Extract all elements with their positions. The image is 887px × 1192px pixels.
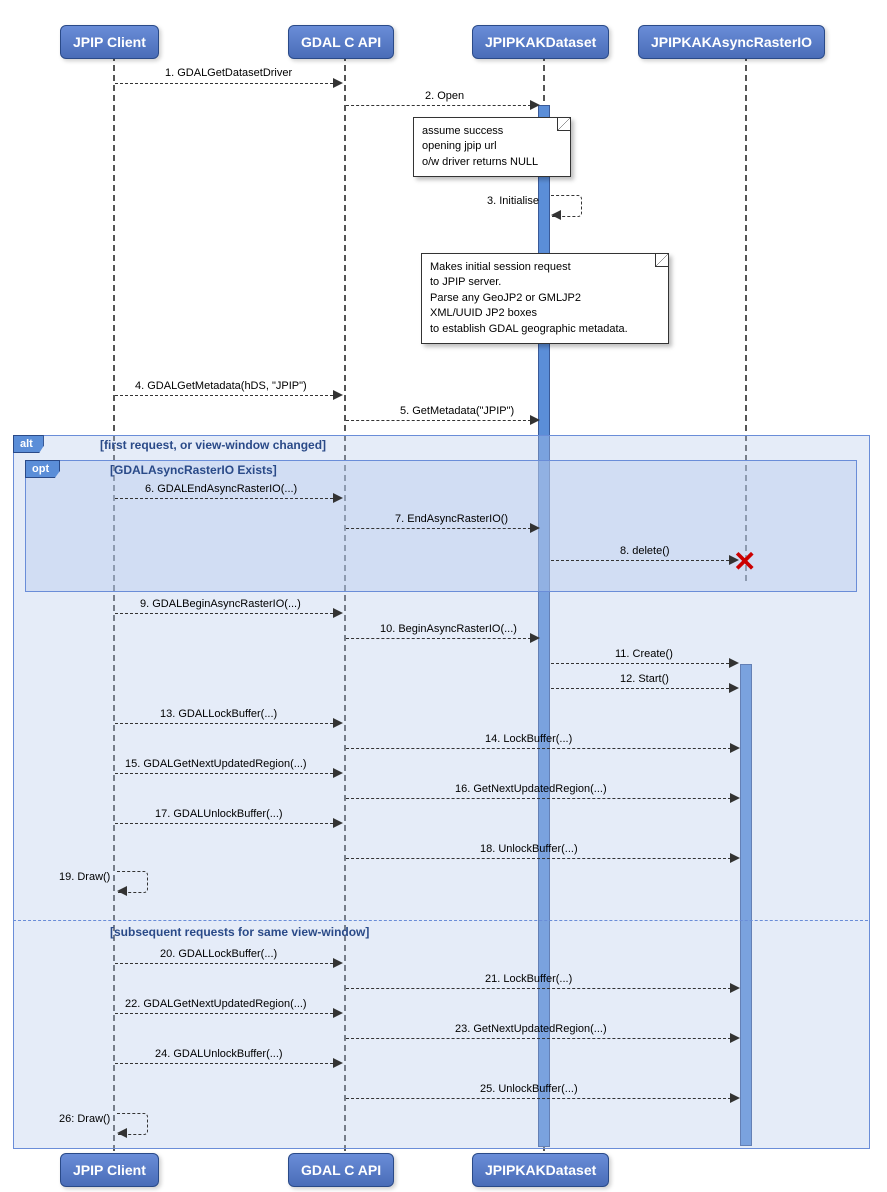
note-line: Makes initial session request — [430, 260, 660, 275]
msg-12-head — [729, 683, 739, 693]
msg-12-label: 12. Start() — [620, 673, 669, 685]
msg-25-head — [730, 1093, 740, 1103]
msg-1-head — [333, 78, 343, 88]
msg-7-arrow — [346, 528, 531, 529]
msg-18-arrow — [346, 858, 731, 859]
msg-5-label: 5. GetMetadata("JPIP") — [400, 405, 514, 417]
msg-4-label: 4. GDALGetMetadata(hDS, "JPIP") — [135, 380, 307, 392]
msg-24-head — [333, 1058, 343, 1068]
frame-opt-guard: [GDALAsyncRasterIO Exists] — [110, 463, 277, 477]
actor-api-bottom: GDAL C API — [288, 1153, 394, 1187]
msg-11-head — [729, 658, 739, 668]
msg-13-head — [333, 718, 343, 728]
frame-opt-label: opt — [25, 460, 60, 478]
msg-19-label: 19. Draw() — [59, 871, 110, 883]
msg-26-head — [117, 1128, 127, 1138]
msg-9-arrow — [115, 613, 333, 614]
msg-22-head — [333, 1008, 343, 1018]
alt-divider — [13, 920, 868, 921]
msg-10-head — [530, 633, 540, 643]
msg-17-label: 17. GDALUnlockBuffer(...) — [155, 808, 283, 820]
msg-14-arrow — [346, 748, 731, 749]
msg-24-arrow — [115, 1063, 333, 1064]
msg-9-head — [333, 608, 343, 618]
msg-16-head — [730, 793, 740, 803]
msg-21-head — [730, 983, 740, 993]
msg-26-label: 26: Draw() — [59, 1113, 110, 1125]
msg-23-label: 23. GetNextUpdatedRegion(...) — [455, 1023, 607, 1035]
actor-api-top: GDAL C API — [288, 25, 394, 59]
msg-1-label: 1. GDALGetDatasetDriver — [165, 67, 292, 79]
actor-client-bottom: JPIP Client — [60, 1153, 159, 1187]
note-line: assume success — [422, 124, 562, 139]
note-open-success: assume success opening jpip url o/w driv… — [413, 117, 571, 177]
msg-11-arrow — [551, 663, 729, 664]
actor-dataset-bottom: JPIPKAKDataset — [472, 1153, 609, 1187]
msg-2-label: 2. Open — [425, 90, 464, 102]
msg-1-arrow — [115, 83, 333, 84]
note-line: Parse any GeoJP2 or GMLJP2 — [430, 291, 660, 306]
msg-6-label: 6. GDALEndAsyncRasterIO(...) — [145, 483, 297, 495]
msg-12-arrow — [551, 688, 729, 689]
msg-7-label: 7. EndAsyncRasterIO() — [395, 513, 508, 525]
msg-3-label: 3. Initialise — [487, 195, 539, 207]
msg-15-head — [333, 768, 343, 778]
msg-23-head — [730, 1033, 740, 1043]
frame-alt-guard: [first request, or view-window changed] — [100, 438, 326, 452]
msg-19-head — [117, 886, 127, 896]
msg-2-head — [530, 100, 540, 110]
msg-11-label: 11. Create() — [615, 648, 673, 660]
msg-21-label: 21. LockBuffer(...) — [485, 973, 572, 985]
msg-21-arrow — [346, 988, 731, 989]
msg-20-label: 20. GDALLockBuffer(...) — [160, 948, 277, 960]
note-line: to JPIP server. — [430, 275, 660, 290]
actor-async-top: JPIPKAKAsyncRasterIO — [638, 25, 825, 59]
msg-24-label: 24. GDALUnlockBuffer(...) — [155, 1048, 283, 1060]
actor-dataset-top: JPIPKAKDataset — [472, 25, 609, 59]
msg-8-arrow — [551, 560, 729, 561]
note-line: to establish GDAL geographic metadata. — [430, 322, 660, 337]
msg-14-head — [730, 743, 740, 753]
msg-22-arrow — [115, 1013, 333, 1014]
sequence-diagram: JPIP Client GDAL C API JPIPKAKDataset JP… — [5, 5, 875, 1187]
msg-16-label: 16. GetNextUpdatedRegion(...) — [455, 783, 607, 795]
msg-9-label: 9. GDALBeginAsyncRasterIO(...) — [140, 598, 301, 610]
msg-4-arrow — [115, 395, 333, 396]
msg-18-label: 18. UnlockBuffer(...) — [480, 843, 578, 855]
msg-6-arrow — [115, 498, 333, 499]
msg-6-head — [333, 493, 343, 503]
note-line: XML/UUID JP2 boxes — [430, 306, 660, 321]
destroy-icon: ✕ — [733, 548, 756, 576]
note-line: opening jpip url — [422, 139, 562, 154]
msg-2-arrow — [346, 105, 531, 106]
msg-13-label: 13. GDALLockBuffer(...) — [160, 708, 277, 720]
msg-5-arrow — [346, 420, 531, 421]
msg-13-arrow — [115, 723, 333, 724]
msg-17-arrow — [115, 823, 333, 824]
frame-else-guard: [subsequent requests for same view-windo… — [110, 925, 369, 939]
msg-17-head — [333, 818, 343, 828]
msg-10-arrow — [346, 638, 531, 639]
note-initialise: Makes initial session request to JPIP se… — [421, 253, 669, 344]
msg-3-head — [551, 210, 561, 220]
msg-25-label: 25. UnlockBuffer(...) — [480, 1083, 578, 1095]
msg-15-label: 15. GDALGetNextUpdatedRegion(...) — [125, 758, 307, 770]
msg-7-head — [530, 523, 540, 533]
msg-15-arrow — [115, 773, 333, 774]
actor-client-top: JPIP Client — [60, 25, 159, 59]
msg-20-arrow — [115, 963, 333, 964]
msg-25-arrow — [346, 1098, 731, 1099]
note-line: o/w driver returns NULL — [422, 155, 562, 170]
msg-8-label: 8. delete() — [620, 545, 670, 557]
msg-18-head — [730, 853, 740, 863]
msg-5-head — [530, 415, 540, 425]
msg-10-label: 10. BeginAsyncRasterIO(...) — [380, 623, 517, 635]
msg-22-label: 22. GDALGetNextUpdatedRegion(...) — [125, 998, 307, 1010]
msg-23-arrow — [346, 1038, 731, 1039]
frame-alt-label: alt — [13, 435, 44, 453]
msg-4-head — [333, 390, 343, 400]
msg-16-arrow — [346, 798, 731, 799]
msg-20-head — [333, 958, 343, 968]
msg-14-label: 14. LockBuffer(...) — [485, 733, 572, 745]
